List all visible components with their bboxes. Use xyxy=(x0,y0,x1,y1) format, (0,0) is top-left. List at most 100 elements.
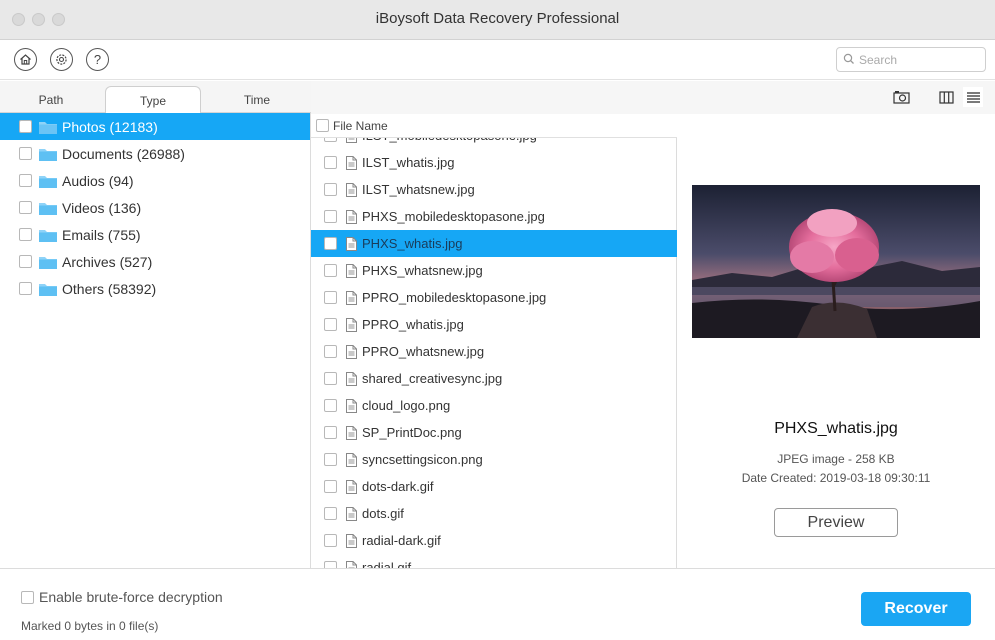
category-photos[interactable]: Photos (12183) xyxy=(0,113,310,140)
view-options-bar xyxy=(311,81,995,114)
file-name: SP_PrintDoc.png xyxy=(362,425,462,440)
category-checkbox[interactable] xyxy=(19,174,32,187)
file-checkbox[interactable] xyxy=(324,399,337,412)
file-icon xyxy=(346,236,357,251)
file-row[interactable]: PHXS_whatis.jpg xyxy=(311,230,677,257)
category-checkbox[interactable] xyxy=(19,147,32,160)
category-label: Videos (136) xyxy=(62,199,142,216)
tab-path[interactable]: Path xyxy=(0,86,102,114)
category-checkbox[interactable] xyxy=(19,255,32,268)
select-all-checkbox[interactable] xyxy=(316,119,329,132)
file-row[interactable]: dots-dark.gif xyxy=(311,473,677,500)
tab-type[interactable]: Type xyxy=(105,86,201,114)
columns-view-button[interactable] xyxy=(936,87,956,107)
file-row[interactable]: PHXS_whatsnew.jpg xyxy=(311,257,677,284)
file-name: PPRO_whatsnew.jpg xyxy=(362,344,485,359)
file-row[interactable]: ILST_mobiledesktopasone.jpg xyxy=(311,138,677,149)
file-name: PHXS_whatis.jpg xyxy=(362,236,463,251)
category-label: Others (58392) xyxy=(62,280,157,297)
folder-icon xyxy=(39,229,57,242)
file-checkbox[interactable] xyxy=(324,291,337,304)
file-checkbox[interactable] xyxy=(324,183,337,196)
file-checkbox[interactable] xyxy=(324,237,337,250)
gear-icon xyxy=(56,54,67,65)
folder-icon xyxy=(39,283,57,296)
home-button[interactable] xyxy=(14,48,37,71)
category-checkbox[interactable] xyxy=(19,282,32,295)
columns-view-icon xyxy=(938,90,954,104)
file-row[interactable]: dots.gif xyxy=(311,500,677,527)
category-label: Emails (755) xyxy=(62,226,141,243)
category-checkbox[interactable] xyxy=(19,228,32,241)
brute-force-checkbox[interactable] xyxy=(21,590,34,604)
file-row[interactable]: radial-dark.gif xyxy=(311,527,677,554)
category-audios[interactable]: Audios (94) xyxy=(0,167,310,194)
file-row[interactable]: ILST_whatsnew.jpg xyxy=(311,176,677,203)
file-row[interactable]: PPRO_whatsnew.jpg xyxy=(311,338,677,365)
file-icon xyxy=(346,371,357,386)
category-archives[interactable]: Archives (527) xyxy=(0,248,310,275)
folder-icon xyxy=(39,148,57,161)
file-icon xyxy=(346,317,357,332)
preview-date-created: Date Created: 2019-03-18 09:30:11 xyxy=(741,471,931,485)
file-icon xyxy=(346,290,357,305)
category-documents[interactable]: Documents (26988) xyxy=(0,140,310,167)
file-checkbox[interactable] xyxy=(324,345,337,358)
category-others[interactable]: Others (58392) xyxy=(0,275,310,302)
file-list[interactable]: ILST_mobiledesktopasone.jpg ILST_whatis.j… xyxy=(311,138,677,568)
file-checkbox[interactable] xyxy=(324,453,337,466)
search-icon xyxy=(843,53,854,64)
file-checkbox[interactable] xyxy=(324,507,337,520)
file-checkbox[interactable] xyxy=(324,534,337,547)
file-row[interactable]: PPRO_whatis.jpg xyxy=(311,311,677,338)
folder-icon xyxy=(39,256,57,269)
file-row[interactable]: PHXS_mobiledesktopasone.jpg xyxy=(311,203,677,230)
file-row[interactable]: PPRO_mobiledesktopasone.jpg xyxy=(311,284,677,311)
category-videos[interactable]: Videos (136) xyxy=(0,194,310,221)
settings-button[interactable] xyxy=(50,48,73,71)
file-icon xyxy=(346,533,357,548)
category-checkbox[interactable] xyxy=(19,120,32,133)
file-name: cloud_logo.png xyxy=(362,398,451,413)
file-row[interactable]: shared_creativesync.jpg xyxy=(311,365,677,392)
camera-button[interactable] xyxy=(891,87,911,107)
file-row[interactable]: SP_PrintDoc.png xyxy=(311,419,677,446)
file-row[interactable]: cloud_logo.png xyxy=(311,392,677,419)
list-view-button[interactable] xyxy=(963,87,983,107)
home-icon xyxy=(20,54,31,65)
file-checkbox[interactable] xyxy=(324,561,337,568)
category-emails[interactable]: Emails (755) xyxy=(0,221,310,248)
file-row[interactable]: syncsettingsicon.png xyxy=(311,446,677,473)
preview-file-name: PHXS_whatis.jpg xyxy=(774,420,898,437)
file-checkbox[interactable] xyxy=(324,210,337,223)
app-window: iBoysoft Data Recovery Professional ? Se… xyxy=(0,0,995,640)
file-icon xyxy=(346,155,357,170)
tab-time[interactable]: Time xyxy=(205,86,309,114)
file-icon xyxy=(346,506,357,521)
marked-status: Marked 0 bytes in 0 file(s) xyxy=(21,619,159,633)
search-box[interactable] xyxy=(836,47,986,72)
help-icon: ? xyxy=(93,52,102,67)
file-icon xyxy=(346,263,357,278)
recover-button[interactable]: Recover xyxy=(861,592,971,626)
preview-button[interactable]: Preview xyxy=(774,508,898,537)
file-row[interactable]: radial.gif xyxy=(311,554,677,568)
file-name: PHXS_mobiledesktopasone.jpg xyxy=(362,209,545,224)
file-checkbox[interactable] xyxy=(324,372,337,385)
preview-image xyxy=(692,185,980,338)
category-checkbox[interactable] xyxy=(19,201,32,214)
file-checkbox[interactable] xyxy=(324,138,337,142)
file-checkbox[interactable] xyxy=(324,480,337,493)
file-row[interactable]: ILST_whatis.jpg xyxy=(311,149,677,176)
help-button[interactable]: ? xyxy=(86,48,109,71)
file-checkbox[interactable] xyxy=(324,318,337,331)
search-input[interactable] xyxy=(859,51,979,69)
brute-force-option[interactable]: Enable brute-force decryption xyxy=(21,589,223,605)
window-title: iBoysoft Data Recovery Professional xyxy=(375,10,620,27)
file-name: PPRO_whatis.jpg xyxy=(362,317,464,332)
file-icon xyxy=(346,452,357,467)
file-checkbox[interactable] xyxy=(324,426,337,439)
file-checkbox[interactable] xyxy=(324,264,337,277)
file-checkbox[interactable] xyxy=(324,156,337,169)
file-name-column-header[interactable]: File Name xyxy=(333,119,388,133)
